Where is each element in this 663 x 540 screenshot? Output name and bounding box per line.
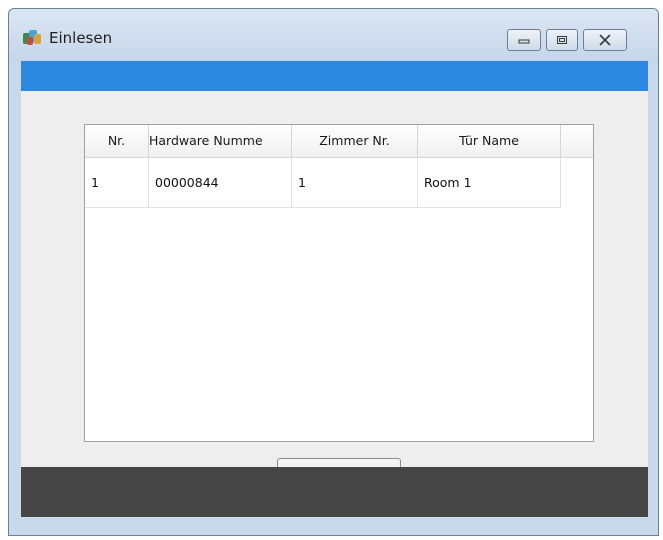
- column-header-nr[interactable]: Nr.: [85, 125, 149, 157]
- column-header-tuer-name[interactable]: Tür Name: [418, 125, 561, 157]
- column-header-zimmer-nr[interactable]: Zimmer Nr.: [292, 125, 418, 157]
- cell-zimmer-nr[interactable]: 1: [292, 158, 418, 207]
- cell-hardware-nummer[interactable]: 00000844: [149, 158, 292, 207]
- window: Einlesen Nr. Hardware Numme Zimmer Nr. T…: [8, 8, 659, 536]
- data-table[interactable]: Nr. Hardware Numme Zimmer Nr. Tür Name 1…: [84, 124, 594, 442]
- window-title: Einlesen: [49, 29, 113, 47]
- column-header-spacer: [561, 125, 593, 157]
- minimize-button[interactable]: [507, 29, 541, 51]
- cell-nr[interactable]: 1: [85, 158, 149, 207]
- table-header: Nr. Hardware Numme Zimmer Nr. Tür Name: [85, 125, 593, 158]
- table-row[interactable]: 1 00000844 1 Room 1: [85, 158, 561, 208]
- close-button[interactable]: [583, 29, 627, 51]
- main-content: Nr. Hardware Numme Zimmer Nr. Tür Name 1…: [21, 91, 648, 502]
- minimize-icon: [518, 39, 530, 44]
- footer-bar: [21, 467, 648, 517]
- maximize-icon: [557, 36, 567, 44]
- app-icon: [21, 27, 43, 47]
- close-icon: [599, 34, 611, 46]
- maximize-button[interactable]: [546, 29, 578, 51]
- column-header-hardware-nummer[interactable]: Hardware Numme: [149, 125, 292, 157]
- title-bar[interactable]: Einlesen: [9, 9, 658, 61]
- cell-tuer-name[interactable]: Room 1: [418, 158, 561, 207]
- header-accent-bar: [21, 61, 648, 91]
